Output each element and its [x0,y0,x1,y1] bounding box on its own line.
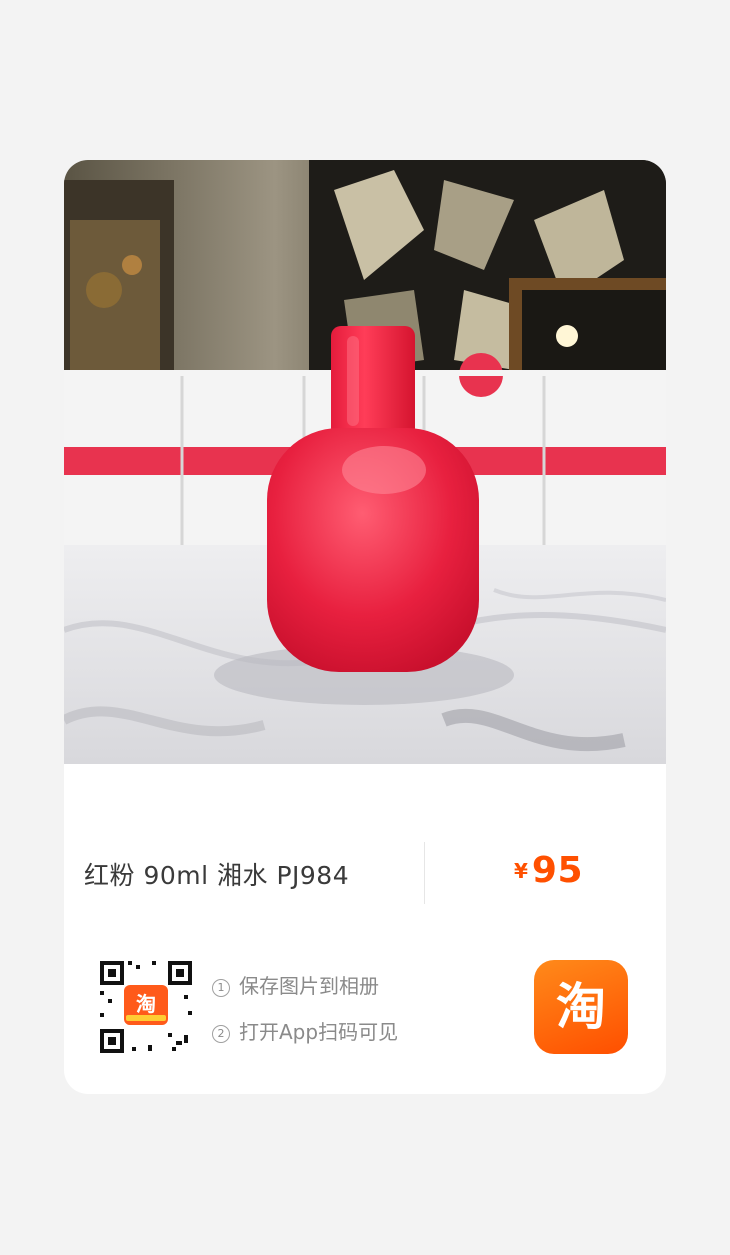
instruction-step-2: 2 打开App扫码可见 [212,1016,398,1045]
step-1-number: 1 [212,979,230,997]
product-title: 红粉 90ml 湘水 PJ984 [84,861,350,890]
step-2-number: 2 [212,1025,230,1043]
step-2-text: 打开App扫码可见 [239,1020,399,1044]
taobao-app-icon[interactable]: 淘 [534,960,628,1054]
qr-code: 淘 [94,955,198,1059]
price-currency: ¥ [514,859,528,883]
instruction-step-1: 1 保存图片到相册 [212,970,379,999]
product-price: ¥95 [514,850,583,891]
product-share-card: 红粉 90ml 湘水 PJ984 ¥95 淘 1 保存图片到相册 2 打开App… [64,160,666,1094]
qr-badge-glyph: 淘 [136,992,156,1016]
step-1-text: 保存图片到相册 [239,974,379,998]
price-value: 95 [531,850,584,891]
product-photo [64,160,666,764]
divider [424,842,425,904]
